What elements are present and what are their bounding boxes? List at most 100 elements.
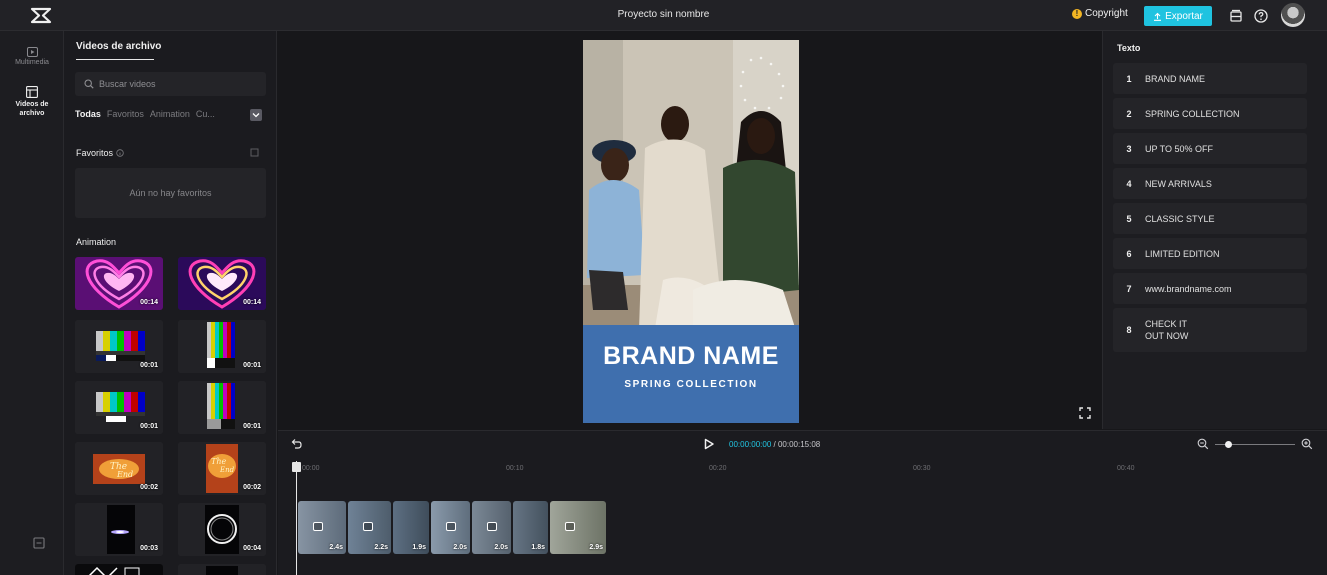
text-item-number: 6 xyxy=(1126,248,1132,259)
capcut-logo-icon[interactable] xyxy=(30,7,52,24)
video-thumbnail[interactable]: The End 00:02 xyxy=(178,442,266,495)
text-item[interactable]: 2 SPRING COLLECTION xyxy=(1113,98,1307,129)
text-item[interactable]: 4 NEW ARRIVALS xyxy=(1113,168,1307,199)
filter-dropdown-button[interactable] xyxy=(250,109,262,121)
timeline-clip[interactable]: 2.9s xyxy=(550,501,606,554)
text-item-label: NEW ARRIVALS xyxy=(1145,178,1212,189)
duration-label: 00:01 xyxy=(243,423,261,430)
timeline-clip[interactable]: 1.9s xyxy=(393,501,429,554)
timeline-clip[interactable]: 1.8s xyxy=(513,501,548,554)
current-time: 00:00:00:00 xyxy=(729,440,772,449)
video-thumbnail[interactable]: 00:14 xyxy=(75,257,163,310)
playhead-handle[interactable] xyxy=(292,462,301,472)
left-rail: Multimedia Videos de archivo xyxy=(0,31,64,575)
text-item[interactable]: 7 www.brandname.com xyxy=(1113,273,1307,304)
duration-label: 00:01 xyxy=(140,362,158,369)
avatar[interactable] xyxy=(1281,3,1305,27)
zoom-out-icon[interactable] xyxy=(1197,438,1209,450)
clip-duration: 2.9s xyxy=(589,544,603,551)
video-thumbnail[interactable]: 00:01 xyxy=(75,381,163,434)
text-item-number: 3 xyxy=(1126,143,1132,154)
media-icon xyxy=(26,47,38,57)
text-item[interactable]: 5 CLASSIC STYLE xyxy=(1113,203,1307,234)
clip-type-icon xyxy=(313,522,323,531)
filter-all[interactable]: Todas xyxy=(75,109,101,119)
settings-grid-icon[interactable] xyxy=(33,537,45,549)
duration-label: 00:14 xyxy=(140,299,158,306)
clip-duration: 1.9s xyxy=(412,544,426,551)
text-panel-title: Texto xyxy=(1117,43,1141,53)
clip-duration: 2.0s xyxy=(494,544,508,551)
text-item-label: SPRING COLLECTION xyxy=(1145,108,1240,119)
filter-tabs: Todas Favoritos Animation Cu... xyxy=(75,109,215,119)
subtitles-icon[interactable] xyxy=(1226,6,1246,26)
time-ruler[interactable]: 00:00 00:10 00:20 00:30 00:40 xyxy=(278,457,1327,487)
clip-duration: 2.2s xyxy=(374,544,388,551)
duration-label: 00:02 xyxy=(243,484,261,491)
info-icon[interactable] xyxy=(116,149,124,157)
video-thumbnail[interactable]: 00:01 xyxy=(178,381,266,434)
text-item[interactable]: 3 UP TO 50% OFF xyxy=(1113,133,1307,164)
total-time: 00:00:15:08 xyxy=(777,440,821,449)
filter-more[interactable]: Cu... xyxy=(196,109,215,119)
search-input[interactable]: Buscar videos xyxy=(75,72,266,96)
undo-icon[interactable] xyxy=(290,438,302,450)
duration-label: 00:02 xyxy=(140,484,158,491)
video-thumbnail[interactable]: 00:14 xyxy=(178,257,266,310)
export-button[interactable]: Exportar xyxy=(1144,6,1212,26)
video-canvas[interactable]: BRAND NAME SPRING COLLECTION xyxy=(583,40,799,423)
search-icon xyxy=(84,79,94,89)
clip-type-icon xyxy=(487,522,497,531)
duration-label: 00:04 xyxy=(243,545,261,552)
rail-item-multimedia[interactable]: Multimedia xyxy=(0,47,64,66)
video-thumbnail[interactable] xyxy=(178,564,266,575)
stock-video-icon xyxy=(26,86,38,98)
rail-item-stock-videos[interactable]: Videos de archivo xyxy=(0,86,64,118)
filter-favorites[interactable]: Favoritos xyxy=(107,109,144,119)
preview-area: BRAND NAME SPRING COLLECTION xyxy=(278,31,1101,429)
duration-label: 00:01 xyxy=(140,423,158,430)
text-item-number: 1 xyxy=(1126,73,1132,84)
ruler-label: 00:20 xyxy=(709,465,727,472)
ruler-label: 00:40 xyxy=(1117,465,1135,472)
clip-duration: 1.8s xyxy=(531,544,545,551)
copyright-status-icon: ! xyxy=(1072,8,1082,19)
text-item-label: www.brandname.com xyxy=(1145,283,1232,294)
panel-tab-title[interactable]: Videos de archivo xyxy=(76,41,161,52)
zoom-in-icon[interactable] xyxy=(1301,438,1313,450)
upload-icon xyxy=(1154,12,1162,21)
video-thumbnail[interactable]: 00:01 xyxy=(75,320,163,373)
text-item[interactable]: 1 BRAND NAME xyxy=(1113,63,1307,94)
play-icon[interactable] xyxy=(703,438,715,450)
svg-text:End: End xyxy=(219,466,235,474)
video-thumbnail[interactable]: 00:01 xyxy=(178,320,266,373)
filter-animation[interactable]: Animation xyxy=(150,109,190,119)
text-item[interactable]: 8 CHECK IT OUT NOW xyxy=(1113,308,1307,352)
timeline-clip[interactable]: 2.4s xyxy=(298,501,346,554)
video-thumbnail[interactable]: The End 00:02 xyxy=(75,442,163,495)
video-thumbnail[interactable]: 00:04 xyxy=(178,503,266,556)
fullscreen-icon[interactable] xyxy=(1079,407,1091,419)
copyright-button[interactable]: ! Copyright xyxy=(1072,8,1128,19)
timeline-clip[interactable]: 2.0s xyxy=(431,501,470,554)
timeline-clip[interactable]: 2.0s xyxy=(472,501,511,554)
text-item-label: CLASSIC STYLE xyxy=(1145,213,1215,224)
timeline-clip[interactable]: 2.2s xyxy=(348,501,391,554)
expand-icon[interactable] xyxy=(250,148,259,157)
animation-section-heading: Animation xyxy=(76,237,117,247)
chevron-down-icon xyxy=(252,113,260,118)
video-thumbnail[interactable] xyxy=(75,564,163,575)
help-icon[interactable] xyxy=(1251,6,1271,26)
text-item-number: 2 xyxy=(1126,108,1132,119)
brand-subtitle-text[interactable]: SPRING COLLECTION xyxy=(583,379,799,390)
duration-label: 00:03 xyxy=(140,545,158,552)
clip-duration: 2.4s xyxy=(329,544,343,551)
svg-text:The: The xyxy=(211,457,226,466)
brand-name-text[interactable]: BRAND NAME xyxy=(583,342,799,371)
text-item-number: 5 xyxy=(1126,213,1132,224)
playhead[interactable] xyxy=(296,461,297,575)
tab-underline xyxy=(76,59,154,60)
zoom-slider-handle[interactable] xyxy=(1225,441,1232,448)
video-thumbnail[interactable]: 00:03 xyxy=(75,503,163,556)
text-item[interactable]: 6 LIMITED EDITION xyxy=(1113,238,1307,269)
